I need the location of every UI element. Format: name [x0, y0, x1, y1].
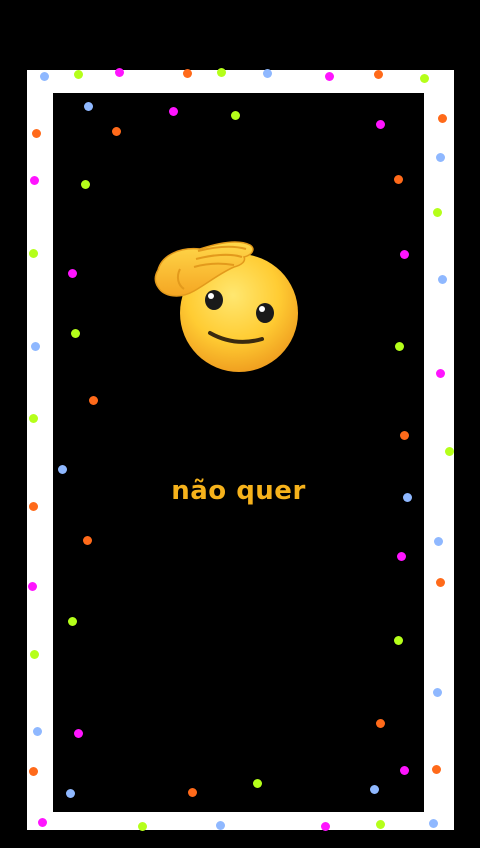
confetti-dot: [376, 120, 385, 129]
confetti-dot: [376, 820, 385, 829]
confetti-dot: [370, 785, 379, 794]
confetti-dot: [81, 180, 90, 189]
video-panel: [53, 93, 424, 812]
confetti-dot: [68, 617, 77, 626]
confetti-dot: [325, 72, 334, 81]
confetti-dot: [216, 821, 225, 830]
confetti-dot: [400, 431, 409, 440]
confetti-dot: [436, 578, 445, 587]
confetti-dot: [29, 249, 38, 258]
confetti-dot: [33, 727, 42, 736]
confetti-dot: [138, 822, 147, 831]
confetti-dot: [438, 114, 447, 123]
confetti-dot: [30, 176, 39, 185]
confetti-dot: [38, 818, 47, 827]
confetti-dot: [89, 396, 98, 405]
confetti-dot: [376, 719, 385, 728]
confetti-dot: [28, 582, 37, 591]
confetti-dot: [429, 819, 438, 828]
confetti-dot: [83, 536, 92, 545]
confetti-dot: [29, 414, 38, 423]
confetti-dot: [263, 69, 272, 78]
confetti-dot: [74, 729, 83, 738]
confetti-dot: [321, 822, 330, 831]
confetti-dot: [400, 250, 409, 259]
confetti-dot: [40, 72, 49, 81]
confetti-dot: [68, 269, 77, 278]
confetti-dot: [433, 688, 442, 697]
confetti-dot: [231, 111, 240, 120]
confetti-dot: [395, 342, 404, 351]
confetti-dot: [169, 107, 178, 116]
confetti-dot: [30, 650, 39, 659]
saluting-face-icon: [154, 241, 298, 372]
confetti-dot: [32, 129, 41, 138]
confetti-dot: [115, 68, 124, 77]
confetti-dot: [397, 552, 406, 561]
confetti-dot: [66, 789, 75, 798]
confetti-dot: [29, 502, 38, 511]
confetti-dot: [253, 779, 262, 788]
confetti-dot: [71, 329, 80, 338]
confetti-dot: [433, 208, 442, 217]
confetti-dot: [434, 537, 443, 546]
confetti-dot: [400, 766, 409, 775]
confetti-dot: [436, 369, 445, 378]
confetti-dot: [394, 175, 403, 184]
confetti-dot: [74, 70, 83, 79]
confetti-dot: [188, 788, 197, 797]
confetti-dot: [436, 153, 445, 162]
confetti-dot: [432, 765, 441, 774]
confetti-dot: [217, 68, 226, 77]
confetti-dot: [374, 70, 383, 79]
caption-text: não quer: [171, 476, 306, 506]
confetti-dot: [29, 767, 38, 776]
confetti-dot: [183, 69, 192, 78]
confetti-dot: [112, 127, 121, 136]
confetti-dot: [445, 447, 454, 456]
confetti-dot: [438, 275, 447, 284]
confetti-dot: [394, 636, 403, 645]
confetti-dot: [31, 342, 40, 351]
confetti-dot: [58, 465, 67, 474]
confetti-dot: [84, 102, 93, 111]
confetti-dot: [420, 74, 429, 83]
